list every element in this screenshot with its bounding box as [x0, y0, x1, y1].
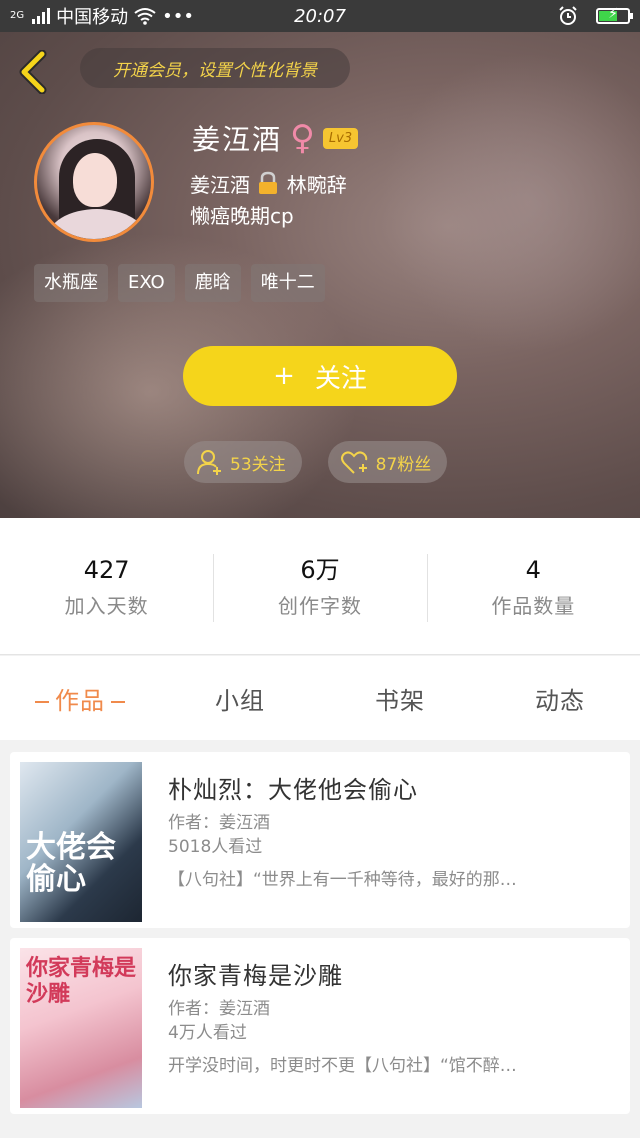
stat-label: 加入天数: [64, 593, 149, 618]
stat-word-count: 6万 创作字数: [213, 553, 426, 622]
user-bio: 姜沍酒 林畹辞 懒癌晚期cp: [190, 170, 347, 232]
following-count: 53关注: [230, 454, 286, 475]
bio-line-2: 懒癌晚期cp: [190, 204, 294, 228]
heart-plus-icon: [340, 451, 367, 474]
status-left: 2G 中国移动 •••: [10, 3, 194, 29]
book-cover: 你家青梅是沙雕: [20, 948, 142, 1108]
work-info: 你家青梅是沙雕 作者：姜沍酒 4万人看过 开学没时间，时更时不更【八句社】“馆不…: [168, 956, 606, 1076]
bio-name-a: 姜沍酒: [190, 173, 250, 197]
vip-banner-button[interactable]: 开通会员，设置个性化背景: [80, 48, 350, 88]
work-author: 作者：姜沍酒: [168, 813, 270, 833]
level-badge: Lv3: [322, 127, 359, 149]
tab-activity[interactable]: 动态: [480, 681, 640, 716]
tag-item[interactable]: 鹿晗: [184, 264, 241, 302]
stat-value: 4: [525, 555, 541, 584]
fans-button[interactable]: 87粉丝: [327, 441, 448, 483]
stat-value: 427: [83, 555, 130, 584]
cover-text: 你家青梅是沙雕: [26, 956, 137, 1007]
work-card[interactable]: 大佬会偷心 朴灿烈：大佬他会偷心 作者：姜沍酒 5018人看过 【八句社】“世界…: [10, 752, 630, 928]
follow-label: 关注: [314, 363, 367, 394]
signal-icon: [32, 8, 51, 24]
work-description: 开学没时间，时更时不更【八句社】“馆不醉…: [168, 1056, 517, 1076]
bio-name-b: 林畹辞: [286, 173, 347, 197]
charging-icon: ⚡: [608, 6, 618, 22]
tab-works[interactable]: 作品: [0, 681, 160, 716]
profile-header: 开通会员，设置个性化背景 姜沍酒 ♀ Lv3 姜沍酒 林畹辞 懒癌晚期cp 水瓶…: [0, 32, 640, 518]
works-list: 大佬会偷心 朴灿烈：大佬他会偷心 作者：姜沍酒 5018人看过 【八句社】“世界…: [0, 740, 640, 1138]
stat-value: 6万: [300, 555, 340, 584]
battery-icon: ⚡: [596, 6, 633, 24]
stat-join-days: 427 加入天数: [0, 554, 213, 619]
stat-label: 作品数量: [491, 593, 576, 618]
network-type: 2G: [10, 10, 25, 21]
stats-row: 427 加入天数 6万 创作字数 4 作品数量: [0, 518, 640, 655]
tag-list: 水瓶座 EXO 鹿晗 唯十二: [34, 264, 325, 302]
alarm-icon: [559, 6, 577, 25]
tab-bookshelf[interactable]: 书架: [320, 681, 480, 716]
work-title: 你家青梅是沙雕: [168, 962, 343, 990]
social-counts: 53关注 87粉丝: [184, 441, 448, 483]
user-name: 姜沍酒: [192, 123, 283, 156]
add-user-icon: [197, 450, 221, 475]
work-views: 4万人看过: [168, 1023, 247, 1043]
work-author: 作者：姜沍酒: [168, 999, 270, 1019]
lock-icon: [259, 171, 278, 194]
plus-icon: +: [273, 361, 295, 391]
chevron-left-icon: [19, 49, 47, 95]
work-info: 朴灿烈：大佬他会偷心 作者：姜沍酒 5018人看过 【八句社】“世界上有一千种等…: [168, 770, 606, 890]
profile-tabs: 作品 小组 书架 动态: [0, 656, 640, 740]
work-views: 5018人看过: [168, 837, 263, 857]
stat-label: 创作字数: [277, 593, 362, 618]
female-icon: ♀: [290, 118, 315, 158]
book-cover: 大佬会偷心: [20, 762, 142, 922]
avatar[interactable]: [34, 122, 154, 242]
work-description: 【八句社】“世界上有一千种等待，最好的那…: [168, 870, 517, 890]
follow-button[interactable]: + 关注: [183, 346, 457, 406]
tag-item[interactable]: 唯十二: [250, 264, 325, 302]
status-right: ⚡: [558, 6, 633, 26]
tab-groups[interactable]: 小组: [160, 681, 320, 716]
wifi-icon: [134, 8, 156, 25]
back-button[interactable]: [14, 49, 54, 95]
following-button[interactable]: 53关注: [184, 441, 302, 483]
tag-item[interactable]: EXO: [118, 264, 175, 302]
work-card[interactable]: 你家青梅是沙雕 你家青梅是沙雕 作者：姜沍酒 4万人看过 开学没时间，时更时不更…: [10, 938, 630, 1114]
status-bar: 2G 中国移动 ••• 20:07 ⚡: [0, 0, 640, 32]
work-title: 朴灿烈：大佬他会偷心: [168, 776, 418, 804]
carrier-name: 中国移动: [56, 7, 129, 28]
name-row: 姜沍酒 ♀ Lv3: [192, 118, 359, 158]
fans-count: 87粉丝: [375, 454, 432, 475]
stat-works-count: 4 作品数量: [426, 553, 640, 622]
tag-item[interactable]: 水瓶座: [34, 264, 108, 302]
cover-text: 大佬会偷心: [26, 830, 116, 897]
more-indicator: •••: [162, 5, 194, 27]
